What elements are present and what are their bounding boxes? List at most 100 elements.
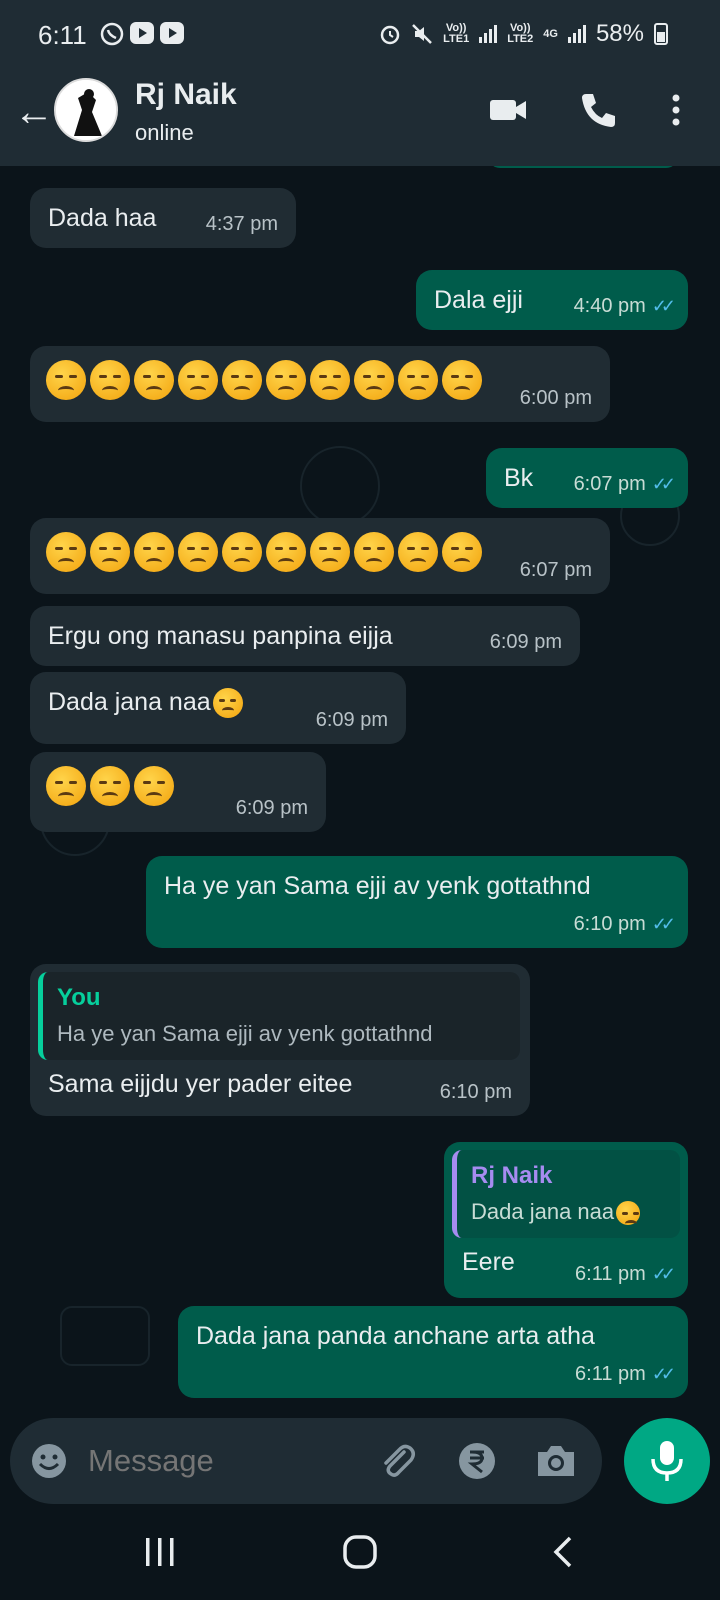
- message-outgoing[interactable]: Bk 6:07 pm ✓✓: [486, 448, 688, 508]
- disappointed-face-icon: [266, 360, 306, 400]
- status-system-icons: Vo)) LTE1 Vo)) LTE2 4G 58%: [379, 20, 668, 48]
- disappointed-face-icon: [222, 360, 262, 400]
- message-incoming-reply[interactable]: You Ha ye yan Sama ejji av yenk gottathn…: [30, 964, 530, 1116]
- message-text: Ergu ong manasu panpina eijja: [48, 622, 393, 650]
- disappointed-face-icon: [46, 766, 86, 806]
- video-call-icon[interactable]: [486, 88, 530, 132]
- wallpaper-doodle: [60, 1306, 150, 1366]
- message-incoming[interactable]: Ergu ong manasu panpina eijja 6:09 pm: [30, 606, 580, 666]
- disappointed-face-icon: [46, 532, 86, 572]
- sim1-network: Vo)) LTE1: [443, 22, 470, 45]
- whatsapp-icon: [100, 22, 124, 46]
- avatar-image: [56, 80, 116, 140]
- disappointed-face-icon: [90, 360, 130, 400]
- disappointed-face-icon: [354, 360, 394, 400]
- message-incoming-emoji[interactable]: 6:07 pm: [30, 518, 610, 594]
- disappointed-face-icon: [134, 532, 174, 572]
- disappointed-face-icon: [398, 360, 438, 400]
- message-incoming-emoji[interactable]: 6:09 pm: [30, 752, 326, 832]
- status-notification-icons: [100, 22, 184, 46]
- message-time: 6:10 pm: [573, 913, 646, 935]
- thinking-face-icon: [616, 1201, 641, 1226]
- disappointed-face-icon: [134, 766, 174, 806]
- battery-percent: 58%: [595, 20, 644, 47]
- message-incoming[interactable]: Dada jana naa 6:09 pm: [30, 672, 406, 744]
- home-icon[interactable]: [340, 1532, 380, 1572]
- mic-button[interactable]: [624, 1418, 710, 1504]
- quoted-message[interactable]: Rj Naik Dada jana naa: [452, 1150, 680, 1238]
- disappointed-face-icon: [398, 532, 438, 572]
- disappointed-face-icon: [354, 532, 394, 572]
- quoted-message[interactable]: You Ha ye yan Sama ejji av yenk gottathn…: [38, 972, 520, 1060]
- disappointed-face-icon: [442, 360, 482, 400]
- message-outgoing[interactable]: Dada jana panda anchane arta atha 6:11 p…: [178, 1306, 688, 1398]
- chat-header: ← Rj Naik online: [0, 72, 720, 166]
- message-incoming[interactable]: Dada haa 4:37 pm: [30, 188, 296, 248]
- youtube-icon: [160, 22, 184, 44]
- read-ticks-icon: ✓✓: [651, 296, 676, 316]
- alarm-icon: [380, 25, 400, 45]
- message-text: Dada haa: [48, 204, 157, 232]
- message-input-bar: [10, 1418, 602, 1504]
- network-type: 4G: [543, 27, 558, 40]
- status-bar: 6:11 Vo)) LTE1 Vo)) LTE2 4G 58%: [0, 0, 720, 72]
- emoji-row: [46, 360, 594, 400]
- thinking-face-icon: [212, 688, 243, 719]
- read-ticks-icon: ✓✓: [651, 1364, 676, 1384]
- contact-name[interactable]: Rj Naik: [135, 78, 237, 112]
- contact-status: online: [135, 120, 194, 145]
- message-outgoing[interactable]: Dala ejji 4:40 pm ✓✓: [416, 270, 688, 330]
- message-text: Dada jana panda anchane arta atha: [196, 1322, 595, 1350]
- recent-apps-icon[interactable]: [140, 1532, 180, 1572]
- message-time: 6:00 pm: [519, 387, 592, 409]
- emoji-row: [46, 532, 594, 572]
- disappointed-face-icon: [178, 360, 218, 400]
- disappointed-face-icon: [266, 532, 306, 572]
- message-time: 4:37 pm: [205, 213, 278, 235]
- more-vert-icon[interactable]: [654, 88, 698, 132]
- message-time: 6:09 pm: [235, 797, 308, 819]
- message-input[interactable]: [88, 1438, 358, 1484]
- signal-icon: [567, 25, 586, 43]
- message-time: 6:07 pm: [519, 559, 592, 581]
- disappointed-face-icon: [90, 766, 130, 806]
- mute-icon: [412, 24, 432, 44]
- disappointed-face-icon: [310, 360, 350, 400]
- attach-icon[interactable]: [374, 1438, 420, 1484]
- battery-icon: [654, 23, 668, 45]
- quoted-text: Dada jana naa: [471, 1199, 615, 1224]
- read-ticks-icon: ✓✓: [651, 914, 676, 934]
- message-time: 6:11 pm: [575, 1363, 646, 1385]
- camera-icon[interactable]: [534, 1440, 578, 1482]
- disappointed-face-icon: [90, 532, 130, 572]
- message-incoming-emoji[interactable]: 6:00 pm: [30, 346, 610, 422]
- previous-message-bubble[interactable]: [488, 166, 678, 168]
- back-arrow-icon[interactable]: ←: [14, 92, 54, 132]
- message-time: 6:09 pm: [315, 709, 388, 731]
- message-time: 6:09 pm: [489, 631, 562, 653]
- emoji-icon[interactable]: [28, 1440, 70, 1482]
- quoted-sender: Rj Naik: [471, 1162, 553, 1189]
- disappointed-face-icon: [46, 360, 86, 400]
- message-outgoing-reply[interactable]: Rj Naik Dada jana naa Eere 6:11 pm ✓✓: [444, 1142, 688, 1298]
- rupee-payment-icon[interactable]: [456, 1440, 498, 1482]
- phone-icon[interactable]: [576, 88, 620, 132]
- message-text: Ha ye yan Sama ejji av yenk gottathnd: [164, 872, 591, 900]
- disappointed-face-icon: [134, 360, 174, 400]
- youtube-icon: [130, 22, 154, 44]
- disappointed-face-icon: [178, 532, 218, 572]
- message-outgoing[interactable]: Ha ye yan Sama ejji av yenk gottathnd 6:…: [146, 856, 688, 948]
- read-ticks-icon: ✓✓: [651, 474, 676, 494]
- quoted-sender: You: [57, 984, 101, 1011]
- sim2-network: Vo)) LTE2: [507, 22, 534, 45]
- status-time: 6:11: [38, 20, 87, 50]
- back-nav-icon[interactable]: [544, 1532, 584, 1572]
- message-time: 4:40 pm: [573, 295, 646, 317]
- message-time: 6:07 pm: [573, 473, 646, 495]
- disappointed-face-icon: [442, 532, 482, 572]
- disappointed-face-icon: [310, 532, 350, 572]
- chat-messages[interactable]: Dada haa 4:37 pm Dala ejji 4:40 pm ✓✓ 6:0…: [0, 166, 720, 1406]
- quoted-text: Ha ye yan Sama ejji av yenk gottathnd: [57, 1021, 433, 1046]
- avatar[interactable]: [54, 78, 118, 142]
- wallpaper-doodle: [300, 446, 380, 526]
